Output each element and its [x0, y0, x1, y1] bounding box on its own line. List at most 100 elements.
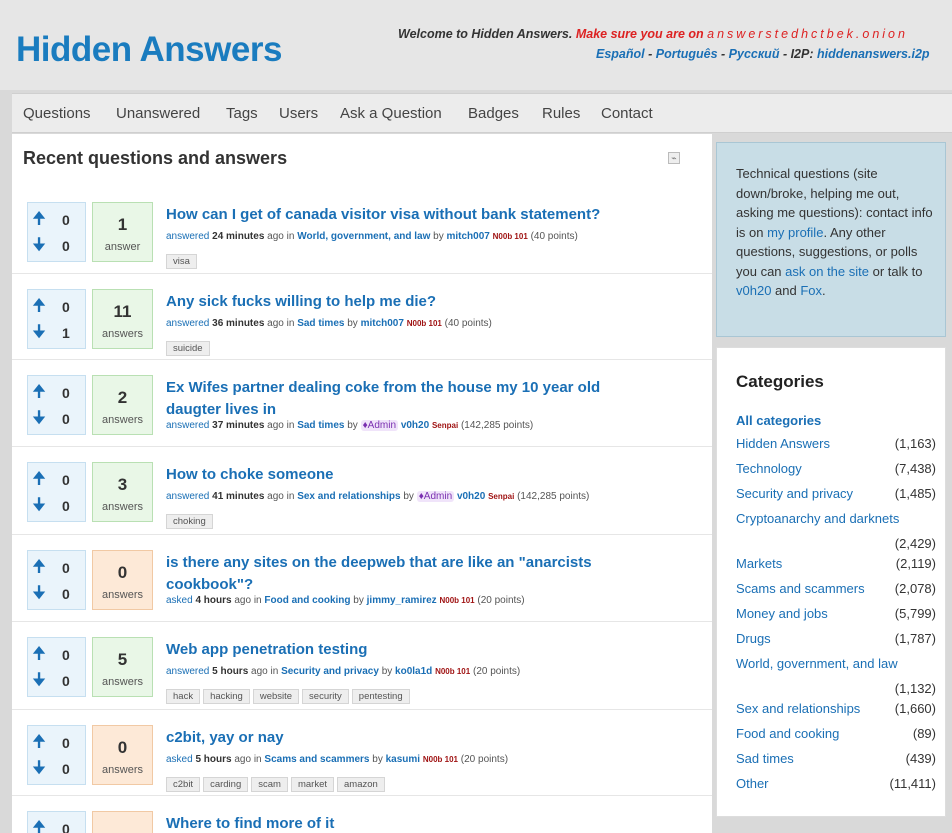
category-row[interactable]: Cryptoanarchy and darknets (2,429): [736, 511, 936, 551]
my-profile-link[interactable]: my profile: [767, 225, 823, 240]
category-link[interactable]: Scams and scammers: [736, 581, 865, 596]
nav-ask-question[interactable]: Ask a Question: [340, 105, 442, 122]
downvote-arrow-icon[interactable]: 🠋: [32, 409, 46, 427]
rss-icon[interactable]: ⌁: [668, 152, 680, 164]
meta-category-link[interactable]: Scams and scammers: [264, 754, 369, 765]
downvote-arrow-icon[interactable]: 🠋: [32, 671, 46, 689]
upvote-arrow-icon[interactable]: 🠉: [32, 733, 46, 751]
nav-contact[interactable]: Contact: [601, 105, 653, 122]
upvote-arrow-icon[interactable]: 🠉: [32, 470, 46, 488]
tag-link[interactable]: hacking: [203, 689, 250, 704]
meta-user-link[interactable]: jimmy_ramirez: [367, 595, 437, 606]
category-link[interactable]: Technology: [736, 461, 802, 476]
nav-questions[interactable]: Questions: [23, 105, 91, 122]
downvote-arrow-icon[interactable]: 🠋: [32, 759, 46, 777]
meta-category-link[interactable]: World, government, and law: [297, 231, 430, 242]
question-title-link[interactable]: is there any sites on the deepweb that a…: [166, 552, 636, 596]
question-title-link[interactable]: Ex Wifes partner dealing coke from the h…: [166, 377, 636, 421]
category-row[interactable]: Other (11,411): [736, 776, 936, 796]
site-logo[interactable]: Hidden Answers: [16, 30, 282, 70]
category-row[interactable]: Security and privacy (1,485): [736, 486, 936, 506]
tag-link[interactable]: amazon: [337, 777, 385, 792]
tag-link[interactable]: carding: [203, 777, 249, 792]
category-link[interactable]: Drugs: [736, 631, 771, 646]
category-row[interactable]: Scams and scammers (2,078): [736, 581, 936, 601]
category-row[interactable]: Technology (7,438): [736, 461, 936, 481]
meta-action[interactable]: answered: [166, 318, 209, 329]
tag-link[interactable]: hack: [166, 689, 201, 704]
category-row[interactable]: Markets (2,119): [736, 556, 936, 576]
category-link[interactable]: Money and jobs: [736, 606, 828, 621]
question-title-link[interactable]: Web app penetration testing: [166, 639, 636, 661]
nav-rules[interactable]: Rules: [542, 105, 580, 122]
downvote-arrow-icon[interactable]: 🠋: [32, 236, 46, 254]
upvote-arrow-icon[interactable]: 🠉: [32, 558, 46, 576]
nav-badges[interactable]: Badges: [468, 105, 519, 122]
question-title-link[interactable]: How can I get of canada visitor visa wit…: [166, 204, 636, 226]
meta-category-link[interactable]: Sad times: [297, 420, 344, 431]
i2p-link[interactable]: hiddenanswers.i2p: [817, 47, 930, 61]
tag-link[interactable]: market: [290, 777, 334, 792]
category-row[interactable]: Food and cooking (89): [736, 726, 936, 746]
tag-link[interactable]: website: [252, 689, 300, 704]
nav-unanswered[interactable]: Unanswered: [116, 105, 200, 122]
lang-link-es[interactable]: Español: [596, 47, 645, 61]
tag-link[interactable]: c2bit: [166, 777, 201, 792]
meta-action[interactable]: answered: [166, 420, 209, 431]
question-title-link[interactable]: Any sick fucks willing to help me die?: [166, 291, 636, 313]
downvote-arrow-icon[interactable]: 🠋: [32, 496, 46, 514]
meta-user-link[interactable]: v0h20: [401, 420, 429, 431]
question-title-link[interactable]: c2bit, yay or nay: [166, 727, 636, 749]
meta-action[interactable]: answered: [166, 666, 209, 677]
category-all-link[interactable]: All categories: [736, 413, 821, 428]
upvote-arrow-icon[interactable]: 🠉: [32, 645, 46, 663]
upvote-arrow-icon[interactable]: 🠉: [32, 210, 46, 228]
nav-users[interactable]: Users: [279, 105, 318, 122]
upvote-arrow-icon[interactable]: 🠉: [32, 819, 46, 833]
v0h20-link[interactable]: v0h20: [736, 283, 771, 298]
meta-category-link[interactable]: Sad times: [297, 318, 344, 329]
category-link[interactable]: Food and cooking: [736, 726, 839, 741]
fox-link[interactable]: Fox: [800, 283, 822, 298]
meta-user-link[interactable]: mitch007: [361, 318, 404, 329]
tag-link[interactable]: choking: [166, 514, 213, 529]
meta-user-link[interactable]: ko0la1d: [395, 666, 432, 677]
meta-action[interactable]: asked: [166, 595, 193, 606]
category-link[interactable]: Cryptoanarchy and darknets: [736, 511, 899, 526]
category-link[interactable]: Security and privacy: [736, 486, 853, 501]
tag-link[interactable]: pentesting: [351, 689, 410, 704]
category-row[interactable]: Sex and relationships (1,660): [736, 701, 936, 721]
category-link[interactable]: Sad times: [736, 751, 794, 766]
upvote-arrow-icon[interactable]: 🠉: [32, 383, 46, 401]
category-row[interactable]: Drugs (1,787): [736, 631, 936, 651]
meta-user-link[interactable]: mitch007: [447, 231, 490, 242]
category-link[interactable]: Hidden Answers: [736, 436, 830, 451]
ask-on-site-link[interactable]: ask on the site: [785, 264, 869, 279]
tag-link[interactable]: security: [302, 689, 349, 704]
downvote-arrow-icon[interactable]: 🠋: [32, 584, 46, 602]
meta-category-link[interactable]: Food and cooking: [264, 595, 350, 606]
downvote-arrow-icon[interactable]: 🠋: [32, 323, 46, 341]
question-title-link[interactable]: Where to find more of it: [166, 813, 636, 833]
category-link[interactable]: World, government, and law: [736, 656, 898, 671]
category-row[interactable]: Money and jobs (5,799): [736, 606, 936, 626]
meta-category-link[interactable]: Security and privacy: [281, 666, 379, 677]
question-title-link[interactable]: How to choke someone: [166, 464, 636, 486]
meta-action[interactable]: answered: [166, 231, 209, 242]
meta-category-link[interactable]: Sex and relationships: [297, 491, 400, 502]
category-row[interactable]: Hidden Answers (1,163): [736, 436, 936, 456]
meta-action[interactable]: asked: [166, 754, 193, 765]
tag-link[interactable]: visa: [166, 254, 197, 269]
category-link[interactable]: Other: [736, 776, 769, 791]
meta-user-link[interactable]: v0h20: [457, 491, 485, 502]
nav-tags[interactable]: Tags: [226, 105, 258, 122]
category-row[interactable]: World, government, and law (1,132): [736, 656, 936, 696]
tag-link[interactable]: scam: [251, 777, 288, 792]
upvote-arrow-icon[interactable]: 🠉: [32, 297, 46, 315]
meta-user-link[interactable]: kasumi: [386, 754, 420, 765]
category-link[interactable]: Markets: [736, 556, 782, 571]
lang-link-pt[interactable]: Português: [656, 47, 718, 61]
category-link[interactable]: Sex and relationships: [736, 701, 860, 716]
lang-link-ru[interactable]: Русский: [729, 47, 780, 61]
tag-link[interactable]: suicide: [166, 341, 210, 356]
